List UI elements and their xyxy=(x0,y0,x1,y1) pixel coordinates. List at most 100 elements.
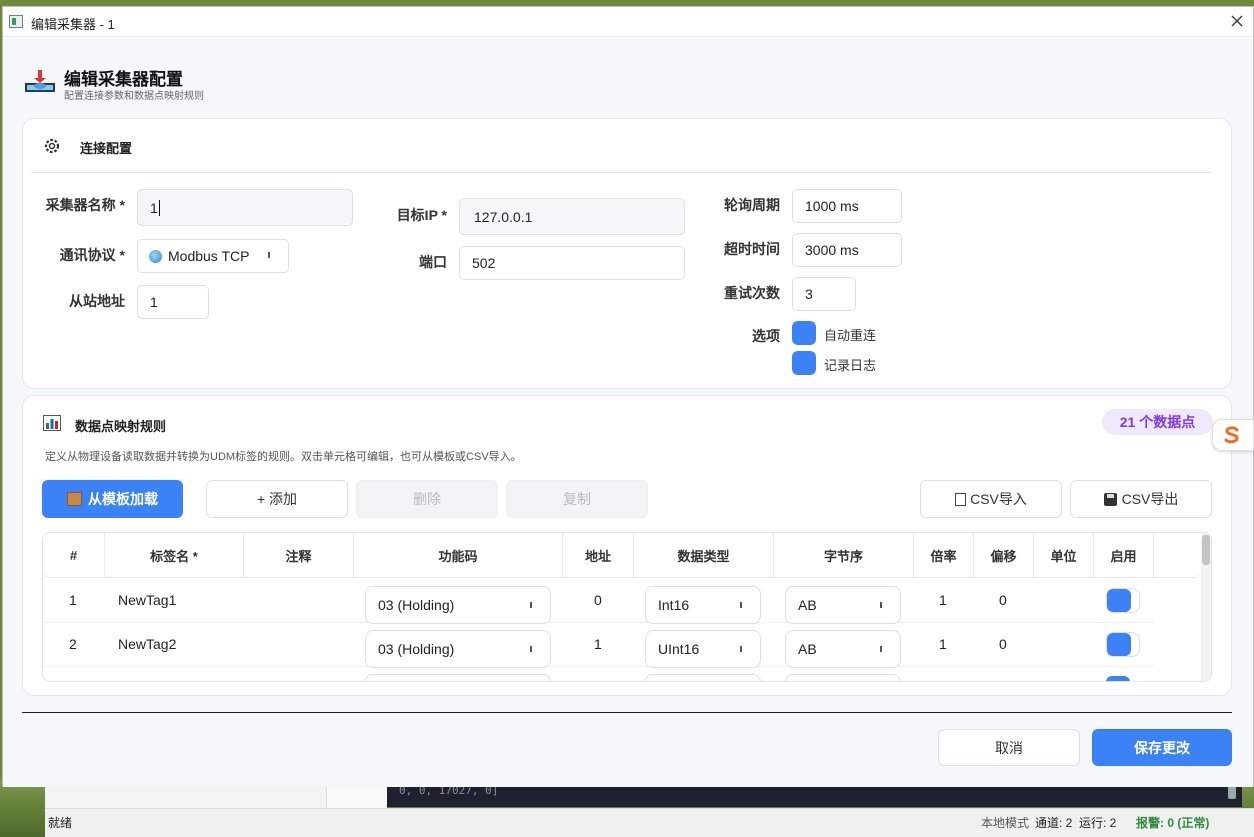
mapping-section-title: 数据点映射规则 xyxy=(75,419,167,434)
col-scale[interactable]: 倍率 xyxy=(914,533,974,577)
table-header: # 标签名 * 注释 功能码 地址 数据类型 字节序 倍率 偏移 单位 启用 xyxy=(43,533,1201,578)
row-index: 1 xyxy=(69,592,77,608)
offset-cell[interactable]: 0 xyxy=(999,592,1007,608)
footer-divider xyxy=(22,712,1232,713)
retry-count-label: 重试次数 xyxy=(724,285,780,301)
byte-order-select[interactable]: AB xyxy=(785,630,901,668)
slave-address-label: 从站地址 xyxy=(69,293,125,309)
status-channels: 通道: 2 xyxy=(1035,816,1073,830)
load-template-button[interactable]: 从模板加载 xyxy=(42,480,183,518)
timeout-label: 超时时间 xyxy=(724,241,780,257)
connection-card: 连接配置 采集器名称 * 1 通讯协议 * Modbus TCP 从站地址 1 … xyxy=(22,118,1232,389)
csv-import-button[interactable]: CSV导入 xyxy=(920,480,1062,518)
collector-name-label: 采集器名称 * xyxy=(45,197,125,213)
function-code-select[interactable]: 03 (Holding) xyxy=(365,586,551,624)
target-ip-input[interactable]: 127.0.0.1 xyxy=(459,198,685,235)
floppy-disk-icon xyxy=(1103,492,1117,506)
mapping-table: # 标签名 * 注释 功能码 地址 数据类型 字节序 倍率 偏移 单位 启用 1… xyxy=(42,532,1212,682)
auto-reconnect-label: 自动重连 xyxy=(824,328,877,343)
address-cell[interactable]: 1 xyxy=(594,636,602,652)
enabled-toggle[interactable] xyxy=(1106,588,1140,613)
table-row[interactable] xyxy=(43,667,1154,681)
port-label: 端口 xyxy=(419,254,447,270)
tag-name-cell[interactable]: NewTag1 xyxy=(118,592,176,608)
edit-collector-dialog: 编辑采集器 - 1 编辑采集器配置 配置连接参数和数据点映射规则 连接配置 采集… xyxy=(2,6,1254,787)
target-ip-label: 目标IP * xyxy=(396,207,447,223)
divider xyxy=(31,172,1212,173)
poll-interval-input[interactable]: 1000 ms xyxy=(792,189,902,223)
copy-button[interactable]: 复制 xyxy=(506,480,648,518)
status-ready: 就绪 xyxy=(48,816,73,830)
col-function-code[interactable]: 功能码 xyxy=(354,533,563,577)
slave-address-input[interactable]: 1 xyxy=(137,285,209,319)
data-type-select[interactable]: UInt16 xyxy=(645,630,761,668)
protocol-select[interactable]: Modbus TCP xyxy=(137,239,289,273)
protocol-label: 通讯协议 * xyxy=(59,247,125,263)
col-tag-name[interactable]: 标签名 * xyxy=(105,533,244,577)
poll-interval-label: 轮询周期 xyxy=(724,197,780,213)
ime-floating-widget[interactable] xyxy=(1212,419,1254,451)
timeout-input[interactable]: 3000 ms xyxy=(792,233,902,267)
save-button[interactable]: 保存更改 xyxy=(1092,729,1232,766)
window-title: 编辑采集器 - 1 xyxy=(31,17,115,32)
table-row[interactable]: 1 NewTag1 03 (Holding) 0 Int16 AB 1 0 xyxy=(43,579,1154,624)
globe-icon xyxy=(149,249,162,263)
col-comment[interactable]: 注释 xyxy=(244,533,354,577)
chevron-down-icon xyxy=(530,646,532,652)
status-alarm: 报警: 0 (正常) xyxy=(1136,816,1210,830)
enabled-toggle[interactable] xyxy=(1106,632,1140,657)
options-label: 选项 xyxy=(752,328,780,344)
cancel-button[interactable]: 取消 xyxy=(938,729,1080,766)
document-icon xyxy=(955,492,967,506)
bar-chart-icon xyxy=(43,415,61,431)
col-unit[interactable]: 单位 xyxy=(1034,533,1094,577)
ime-s-icon xyxy=(1222,425,1242,445)
col-data-type[interactable]: 数据类型 xyxy=(634,533,774,577)
connection-section-title: 连接配置 xyxy=(80,141,133,156)
datapoint-count-badge: 21 个数据点 xyxy=(1102,409,1213,435)
byte-order-select[interactable]: AB xyxy=(785,586,901,624)
close-icon[interactable] xyxy=(1225,9,1249,33)
collector-icon xyxy=(23,68,57,96)
col-offset[interactable]: 偏移 xyxy=(974,533,1034,577)
col-byte-order[interactable]: 字节序 xyxy=(774,533,914,577)
row-index: 2 xyxy=(69,636,77,652)
chevron-down-icon xyxy=(740,646,742,652)
auto-reconnect-checkbox[interactable] xyxy=(792,321,816,345)
delete-button[interactable]: 删除 xyxy=(356,480,498,518)
scale-cell[interactable]: 1 xyxy=(939,592,947,608)
chevron-down-icon xyxy=(740,602,742,608)
tag-name-cell[interactable]: NewTag2 xyxy=(118,636,176,652)
data-type-select[interactable]: Int16 xyxy=(645,586,761,624)
port-input[interactable]: 502 xyxy=(459,246,685,280)
collector-name-input[interactable]: 1 xyxy=(137,189,353,226)
main-status-bar: 就绪 本地模式 通道: 2 运行: 2 报警: 0 (正常) xyxy=(45,808,1254,837)
dialog-subheading: 配置连接参数和数据点映射规则 xyxy=(64,91,204,102)
status-mode: 本地模式 xyxy=(981,816,1030,830)
chevron-down-icon xyxy=(530,602,532,608)
function-code-select[interactable]: 03 (Holding) xyxy=(365,630,551,668)
table-row[interactable]: 2 NewTag2 03 (Holding) 1 UInt16 AB 1 0 xyxy=(43,623,1154,668)
mapping-card: 数据点映射规则 21 个数据点 定义从物理设备读取数据并转换为UDM标签的规则。… xyxy=(22,395,1232,696)
add-button[interactable]: + 添加 xyxy=(206,480,348,518)
col-enabled[interactable]: 启用 xyxy=(1094,533,1154,577)
chevron-down-icon xyxy=(268,252,270,258)
status-running: 运行: 2 xyxy=(1079,816,1117,830)
title-bar: 编辑采集器 - 1 xyxy=(3,7,1253,37)
log-label: 记录日志 xyxy=(824,358,877,373)
csv-export-button[interactable]: CSV导出 xyxy=(1070,480,1212,518)
gear-icon xyxy=(43,137,61,155)
scale-cell[interactable]: 1 xyxy=(939,636,947,652)
col-address[interactable]: 地址 xyxy=(563,533,634,577)
offset-cell[interactable]: 0 xyxy=(999,636,1007,652)
log-checkbox[interactable] xyxy=(792,351,816,375)
mapping-description: 定义从物理设备读取数据并转换为UDM标签的规则。双击单元格可编辑，也可从模板或C… xyxy=(45,451,522,463)
address-cell[interactable]: 0 xyxy=(594,592,602,608)
col-index[interactable]: # xyxy=(43,533,105,577)
app-window-icon xyxy=(9,15,23,28)
chevron-down-icon xyxy=(880,602,882,608)
retry-count-input[interactable]: 3 xyxy=(792,277,856,311)
dialog-content: 编辑采集器配置 配置连接参数和数据点映射规则 连接配置 采集器名称 * 1 通讯… xyxy=(3,38,1253,787)
table-scrollbar[interactable] xyxy=(1201,533,1211,681)
chevron-down-icon xyxy=(880,646,882,652)
